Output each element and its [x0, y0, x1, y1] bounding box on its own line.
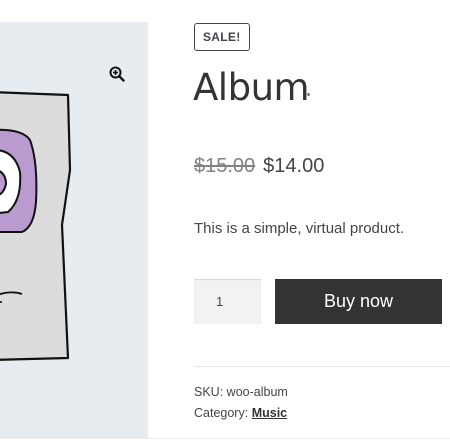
zoom-button[interactable] [108, 65, 126, 83]
bottom-rule [0, 438, 450, 439]
product-gallery[interactable] [0, 22, 148, 438]
short-description: This is a simple, virtual product. [194, 220, 405, 237]
category-link-music[interactable]: Music [252, 406, 287, 420]
title-dot [307, 93, 310, 96]
sku-label: SKU: [194, 385, 224, 399]
price: $15.00 $14.00 [194, 155, 324, 178]
sku-value: woo-album [226, 385, 288, 399]
buy-now-button[interactable]: Buy now [275, 279, 442, 324]
divider [194, 366, 450, 367]
quantity-input[interactable]: 1 [194, 279, 261, 324]
regular-price: $15.00 [194, 155, 256, 177]
sale-price: $14.00 [263, 155, 325, 177]
sale-badge: SALE! [194, 23, 250, 51]
category-line: Category: Music [194, 406, 287, 420]
category-label: Category: [194, 406, 249, 420]
magnifier-plus-icon [109, 66, 125, 82]
album-artwork [0, 91, 72, 361]
sku-line: SKU: woo-album [194, 385, 288, 399]
product-title: Album [193, 66, 310, 109]
